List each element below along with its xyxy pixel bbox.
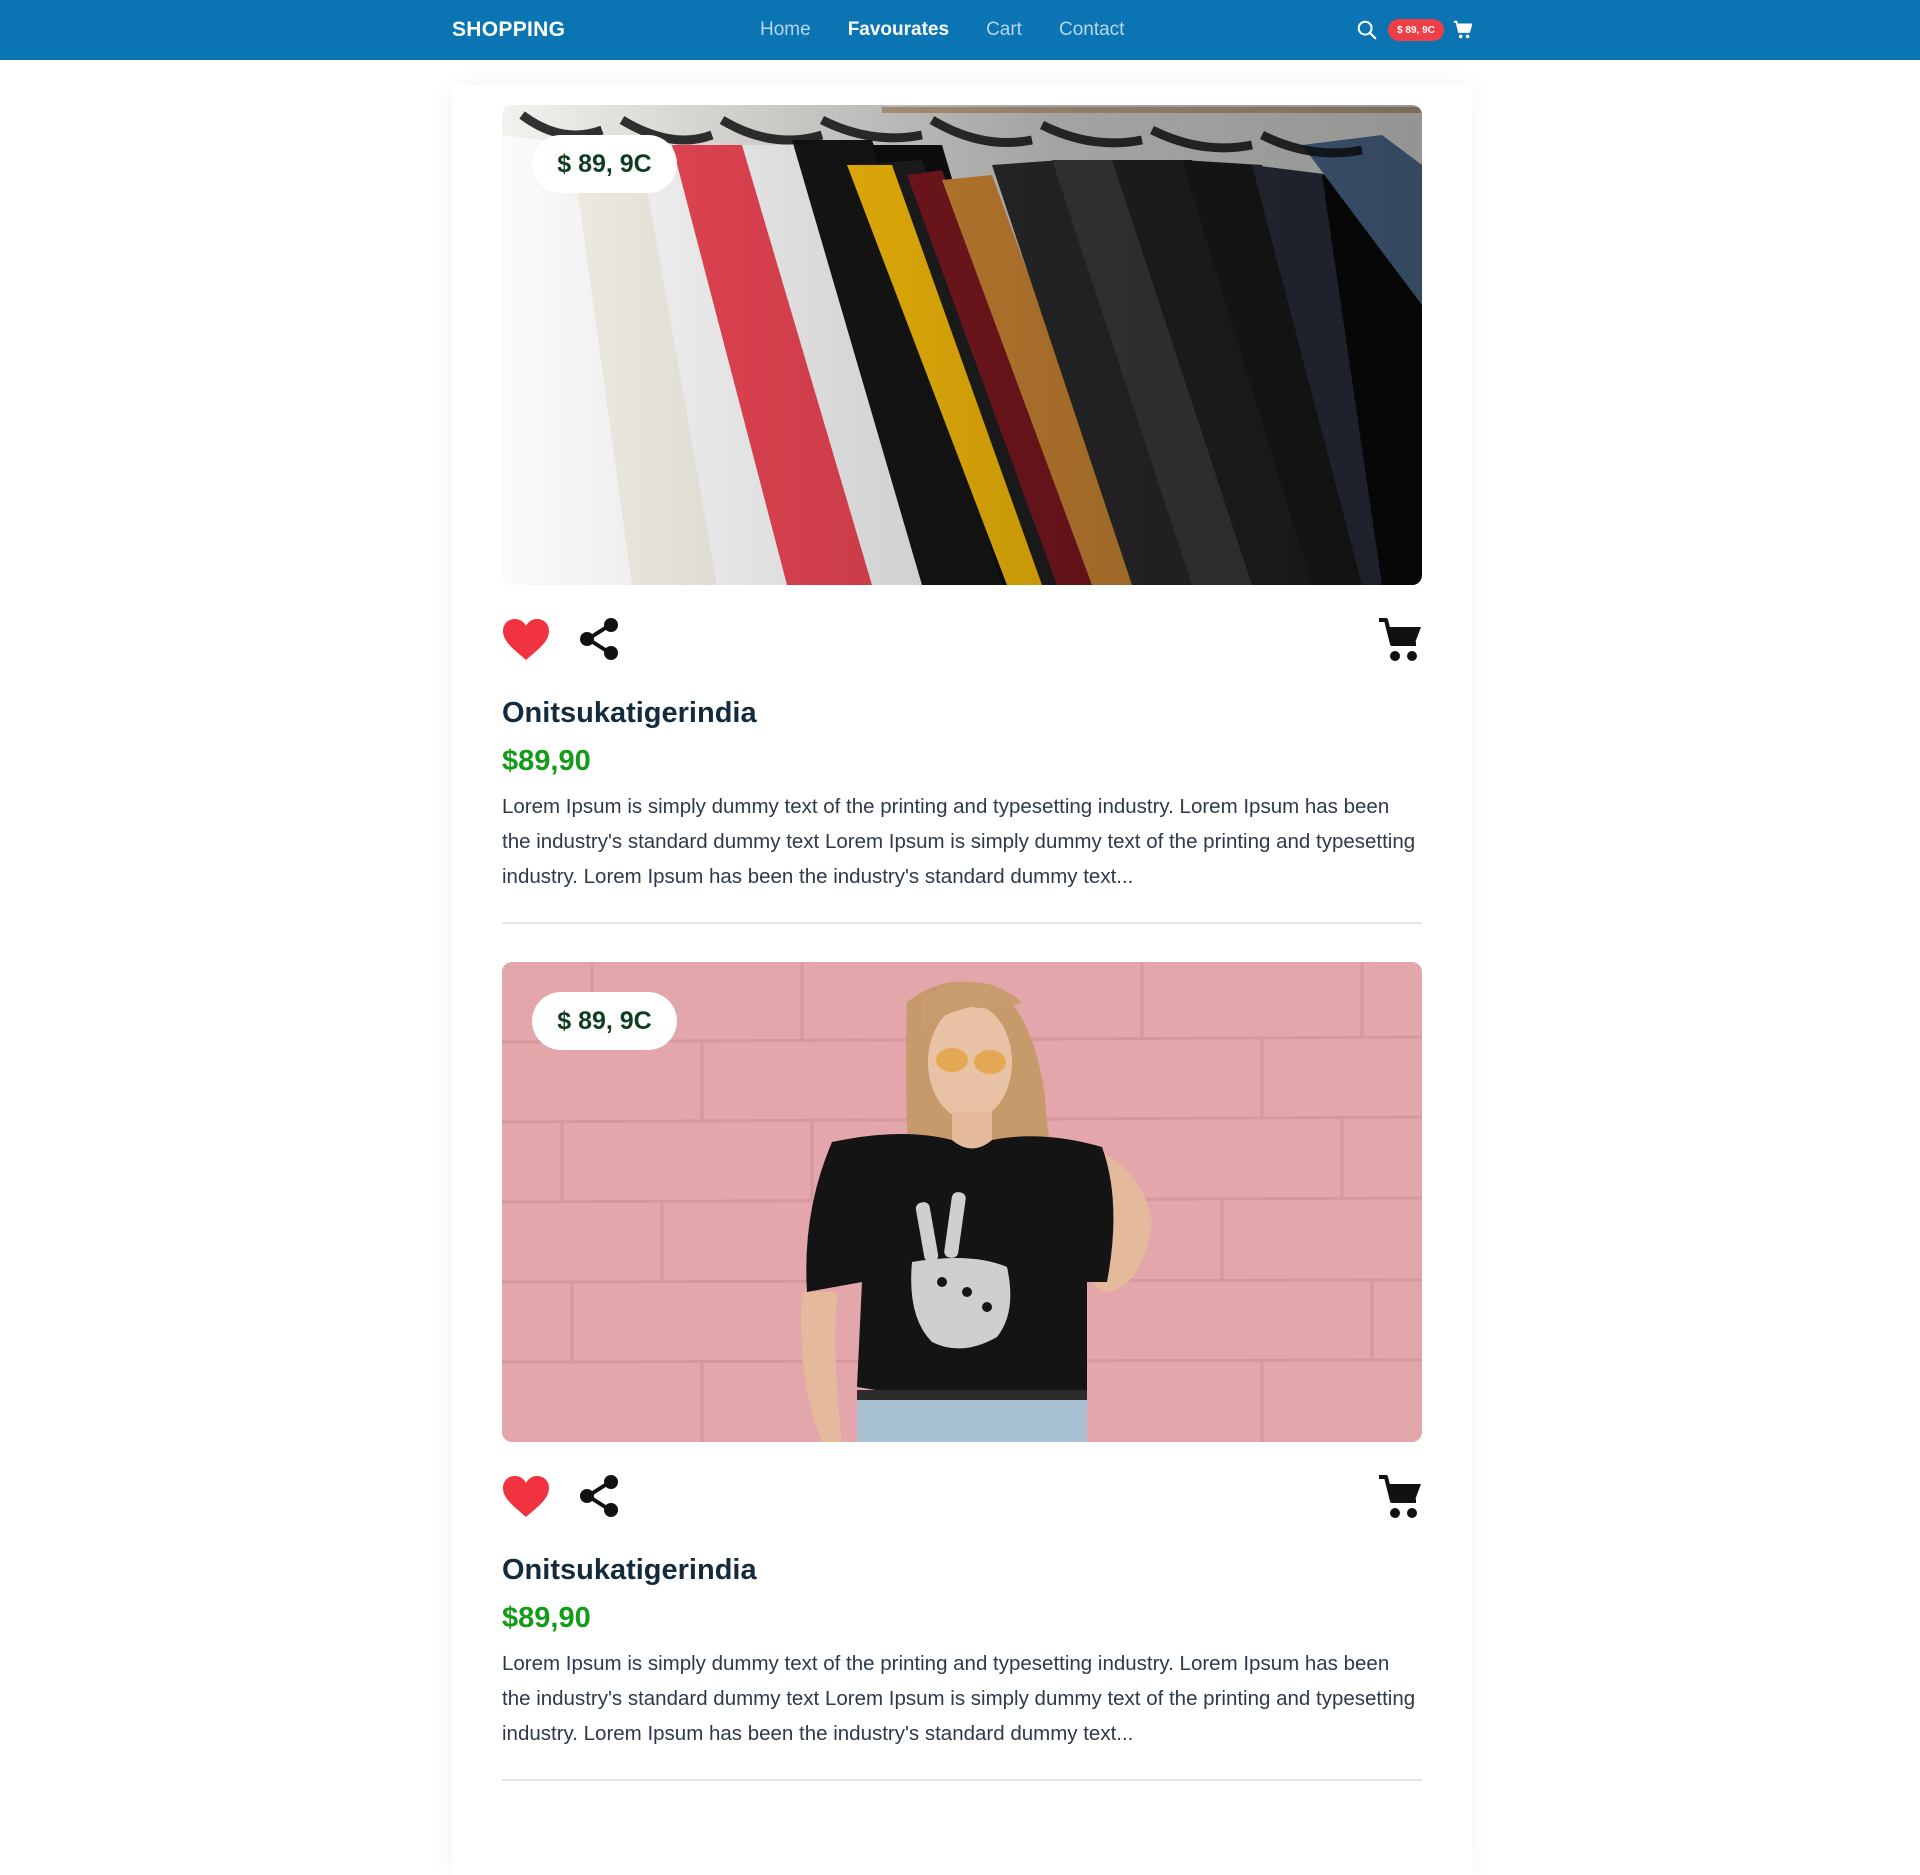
nav-tools: $ 89, 9C bbox=[1356, 0, 1474, 60]
price-tag: $ 89, 9C bbox=[532, 992, 677, 1050]
divider bbox=[502, 1779, 1422, 1781]
cart-icon[interactable] bbox=[1452, 19, 1474, 41]
divider bbox=[502, 922, 1422, 924]
product-card: $ 89, 9C Onitsukatigerindia $89,90 Lorem… bbox=[502, 962, 1422, 1781]
add-to-cart-icon[interactable] bbox=[1378, 617, 1422, 663]
share-icon[interactable] bbox=[578, 1474, 620, 1518]
product-actions bbox=[502, 585, 1422, 695]
nav-link-cart[interactable]: Cart bbox=[986, 19, 1022, 41]
product-description: Lorem Ipsum is simply dummy text of the … bbox=[502, 1652, 1416, 1745]
add-to-cart-icon[interactable] bbox=[1378, 1474, 1422, 1520]
share-icon[interactable] bbox=[578, 617, 620, 661]
favorite-heart-icon[interactable] bbox=[502, 618, 550, 662]
product-title[interactable]: Onitsukatigerindia bbox=[502, 695, 1422, 731]
brand-logo[interactable]: SHOPPING bbox=[452, 18, 565, 42]
nav-link-contact[interactable]: Contact bbox=[1059, 19, 1124, 41]
main-nav: Home Favourates Cart Contact bbox=[760, 0, 1161, 60]
nav-link-favourates[interactable]: Favourates bbox=[848, 19, 949, 41]
product-price: $89,90 bbox=[502, 1602, 591, 1634]
product-image[interactable]: $ 89, 9C bbox=[502, 105, 1422, 585]
cart-total-badge: $ 89, 9C bbox=[1388, 19, 1444, 41]
product-price: $89,90 bbox=[502, 745, 591, 777]
product-actions bbox=[502, 1442, 1422, 1552]
product-title[interactable]: Onitsukatigerindia bbox=[502, 1552, 1422, 1588]
product-card: $ 89, 9C Onitsukatigerindia $89,90 Lorem… bbox=[502, 105, 1422, 924]
product-feed: $ 89, 9C Onitsukatigerindia $89,90 Lorem… bbox=[452, 85, 1472, 1875]
favorite-heart-icon[interactable] bbox=[502, 1475, 550, 1519]
product-description: Lorem Ipsum is simply dummy text of the … bbox=[502, 795, 1416, 888]
nav-link-home[interactable]: Home bbox=[760, 19, 811, 41]
search-icon[interactable] bbox=[1356, 19, 1378, 41]
top-navbar: SHOPPING Home Favourates Cart Contact $ … bbox=[0, 0, 1920, 60]
product-image[interactable]: $ 89, 9C bbox=[502, 962, 1422, 1442]
price-tag: $ 89, 9C bbox=[532, 135, 677, 193]
